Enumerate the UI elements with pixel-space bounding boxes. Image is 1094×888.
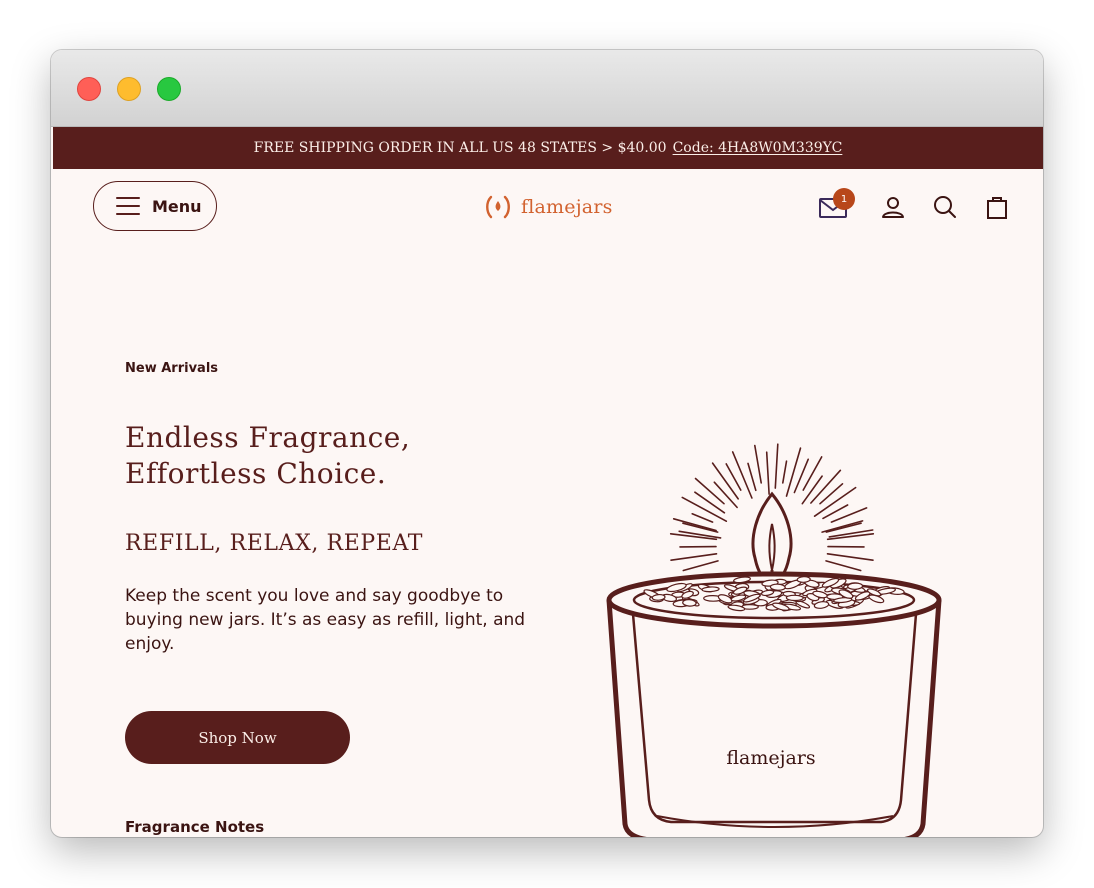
- flame-ray: [830, 507, 868, 523]
- account-button[interactable]: [877, 191, 909, 223]
- minimize-window-button[interactable]: [117, 77, 141, 101]
- announcement-text: FREE SHIPPING ORDER IN ALL US 48 STATES …: [253, 140, 667, 156]
- menu-label: Menu: [152, 196, 202, 216]
- wax-bead: [651, 593, 666, 601]
- flame-ray: [825, 560, 862, 572]
- hero-subtitle: REFILL, RELAX, REPEAT: [125, 531, 423, 556]
- search-icon: [934, 196, 956, 218]
- flame-ray: [670, 553, 718, 561]
- search-button[interactable]: [929, 191, 961, 223]
- bag-icon: [987, 197, 1007, 219]
- browser-window: FREE SHIPPING ORDER IN ALL US 48 STATES …: [51, 50, 1043, 837]
- flame-ray: [747, 462, 757, 492]
- jar-body-outer: [606, 599, 942, 837]
- hamburger-icon: [116, 197, 140, 215]
- flame-ray: [782, 460, 788, 484]
- wax-bead: [785, 594, 804, 602]
- flame-ray: [682, 522, 719, 533]
- flame-ray: [802, 456, 823, 491]
- flame-ray: [694, 477, 725, 505]
- hero-title-line1: Endless Fragrance,: [125, 421, 411, 454]
- flame-ray: [691, 513, 714, 523]
- hero-title-line2: Effortless Choice.: [125, 457, 387, 490]
- window-titlebar: [51, 50, 1043, 127]
- wax-bead: [682, 599, 697, 607]
- flame-ray: [731, 451, 753, 499]
- flame-ray: [682, 560, 719, 572]
- flame-ray: [774, 443, 779, 489]
- cart-button[interactable]: [981, 191, 1013, 223]
- announcement-bar: FREE SHIPPING ORDER IN ALL US 48 STATES …: [53, 127, 1043, 169]
- menu-button[interactable]: Menu: [93, 181, 217, 231]
- site-logo[interactable]: flamejars: [485, 195, 613, 219]
- eyebrow-label: New Arrivals: [125, 361, 219, 376]
- wax-bead: [701, 586, 720, 593]
- wax-bead: [796, 576, 811, 583]
- jar-brand-label: flamejars: [726, 747, 816, 769]
- flame-ray: [826, 553, 874, 561]
- flame-ray: [765, 451, 770, 495]
- flame-ray: [821, 520, 864, 533]
- wax-bead: [847, 582, 864, 590]
- jar-body-inner: [631, 613, 918, 824]
- mail-badge: 1: [833, 188, 855, 210]
- wax-bead: [769, 583, 786, 591]
- site-header: Menu flamejars 1: [51, 169, 1043, 247]
- flame-logo-icon: [486, 195, 510, 219]
- hero-description: Keep the scent you love and say goodbye …: [125, 586, 526, 654]
- logo-text: flamejars: [521, 196, 613, 218]
- account-icon: [882, 197, 904, 218]
- flame-ray: [785, 447, 802, 497]
- close-window-button[interactable]: [77, 77, 101, 101]
- flame-ray: [801, 475, 823, 505]
- shop-now-button[interactable]: Shop Now: [125, 711, 350, 764]
- flame-ray: [754, 444, 762, 484]
- fragrance-notes-heading: Fragrance Notes: [125, 818, 265, 836]
- flame-ray: [694, 491, 726, 514]
- flame-ray: [825, 522, 862, 533]
- candle-jar-illustration: [606, 443, 942, 837]
- flame-ray: [713, 481, 738, 509]
- promo-code-link[interactable]: Code: 4HA8W0M339YC: [673, 140, 843, 156]
- hero-title: Endless Fragrance, Effortless Choice.: [125, 420, 545, 492]
- flame-ray: [819, 482, 844, 505]
- maximize-window-button[interactable]: [157, 77, 181, 101]
